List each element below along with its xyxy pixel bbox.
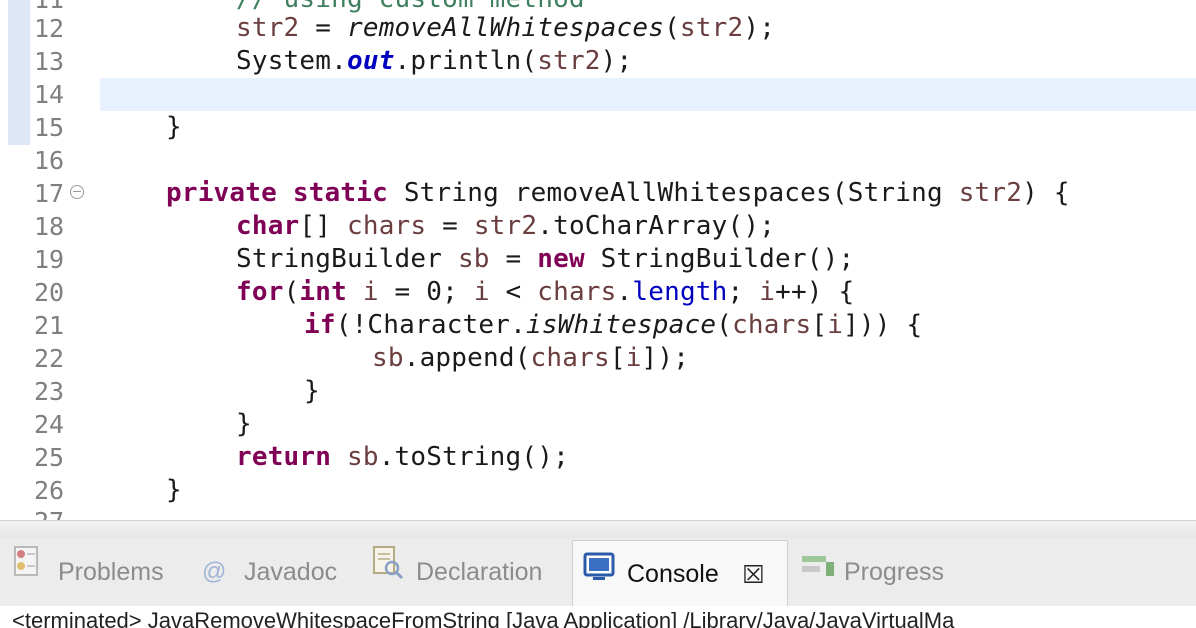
- code-line[interactable]: 15 }: [0, 111, 1196, 144]
- code-line[interactable]: 23 }: [0, 375, 1196, 408]
- console-output: <terminated> JavaRemoveWhitespaceFromStr…: [0, 606, 1196, 628]
- line-number: 17: [34, 179, 65, 208]
- line-number: 12: [34, 14, 65, 43]
- current-line-highlight[interactable]: 14: [0, 78, 1196, 111]
- code-line[interactable]: 20 for(int i = 0; i < chars.length; i++)…: [0, 276, 1196, 309]
- tab-problems[interactable]: Problems: [10, 546, 180, 598]
- code-line[interactable]: 12 str2 = removeAllWhitespaces(str2);: [0, 12, 1196, 45]
- console-status-text: <terminated> JavaRemoveWhitespaceFromStr…: [12, 608, 955, 628]
- tab-progress[interactable]: Progress: [798, 546, 968, 598]
- line-number: 16: [34, 146, 65, 175]
- view-tab-bar: Problems @ Javadoc Declaration Console ⮽…: [0, 538, 1196, 607]
- code-editor[interactable]: 11 // using custom method 12 str2 = remo…: [0, 0, 1196, 526]
- tab-label: Javadoc: [244, 558, 338, 586]
- code-text: return sb.toString();: [236, 442, 569, 472]
- line-number: 22: [34, 344, 65, 373]
- code-line[interactable]: 17 private static String removeAllWhites…: [0, 177, 1196, 210]
- code-line[interactable]: 25 return sb.toString();: [0, 441, 1196, 474]
- panel-sash[interactable]: [0, 520, 1196, 539]
- tab-label: Console: [627, 560, 719, 588]
- code-line[interactable]: 16: [0, 144, 1196, 177]
- code-text: if(!Character.isWhitespace(chars[i])) {: [304, 310, 923, 340]
- code-text: sb.append(chars[i]);: [372, 343, 690, 373]
- line-number: 14: [34, 80, 65, 109]
- code-text: StringBuilder sb = new StringBuilder();: [236, 244, 855, 274]
- line-number: 21: [34, 311, 65, 340]
- progress-icon: [800, 546, 836, 598]
- code-line[interactable]: 13 System.out.println(str2);: [0, 45, 1196, 78]
- fold-collapse-icon[interactable]: [70, 185, 84, 199]
- line-number: 25: [34, 443, 65, 472]
- code-text: char[] chars = str2.toCharArray();: [236, 211, 776, 241]
- line-number: 24: [34, 410, 65, 439]
- tab-label: Problems: [58, 558, 164, 586]
- line-number: 19: [34, 245, 65, 274]
- code-text: }: [166, 112, 182, 142]
- code-text: System.out.println(str2);: [236, 46, 633, 76]
- code-line[interactable]: 21 if(!Character.isWhitespace(chars[i]))…: [0, 309, 1196, 342]
- line-number: 20: [34, 278, 65, 307]
- current-line-bg: [100, 78, 1196, 111]
- tab-label: Declaration: [416, 558, 543, 586]
- line-number: 18: [34, 212, 65, 241]
- code-text: }: [236, 409, 252, 439]
- close-icon[interactable]: ⮽: [743, 541, 764, 607]
- javadoc-icon: @: [202, 558, 227, 585]
- code-line[interactable]: 24 }: [0, 408, 1196, 441]
- code-text: }: [304, 376, 320, 406]
- line-number: 15: [34, 113, 65, 142]
- code-line[interactable]: 18 char[] chars = str2.toCharArray();: [0, 210, 1196, 243]
- line-number: 23: [34, 377, 65, 406]
- code-text: }: [166, 475, 182, 505]
- line-number: 26: [34, 476, 65, 505]
- console-icon: [583, 541, 615, 607]
- tab-console[interactable]: Console ⮽: [572, 540, 788, 607]
- tab-declaration[interactable]: Declaration: [368, 546, 563, 598]
- code-text: for(int i = 0; i < chars.length; i++) {: [236, 277, 855, 307]
- code-line[interactable]: 19 StringBuilder sb = new StringBuilder(…: [0, 243, 1196, 276]
- code-line[interactable]: 22 sb.append(chars[i]);: [0, 342, 1196, 375]
- declaration-icon: [370, 544, 406, 600]
- problems-icon: [12, 544, 46, 600]
- code-line[interactable]: 26 }: [0, 474, 1196, 507]
- tab-javadoc[interactable]: @ Javadoc: [200, 546, 350, 598]
- code-text: str2 = removeAllWhitespaces(str2);: [236, 13, 776, 43]
- tab-label: Progress: [844, 558, 945, 586]
- code-text: private static String removeAllWhitespac…: [166, 178, 1070, 208]
- line-number: 13: [34, 47, 65, 76]
